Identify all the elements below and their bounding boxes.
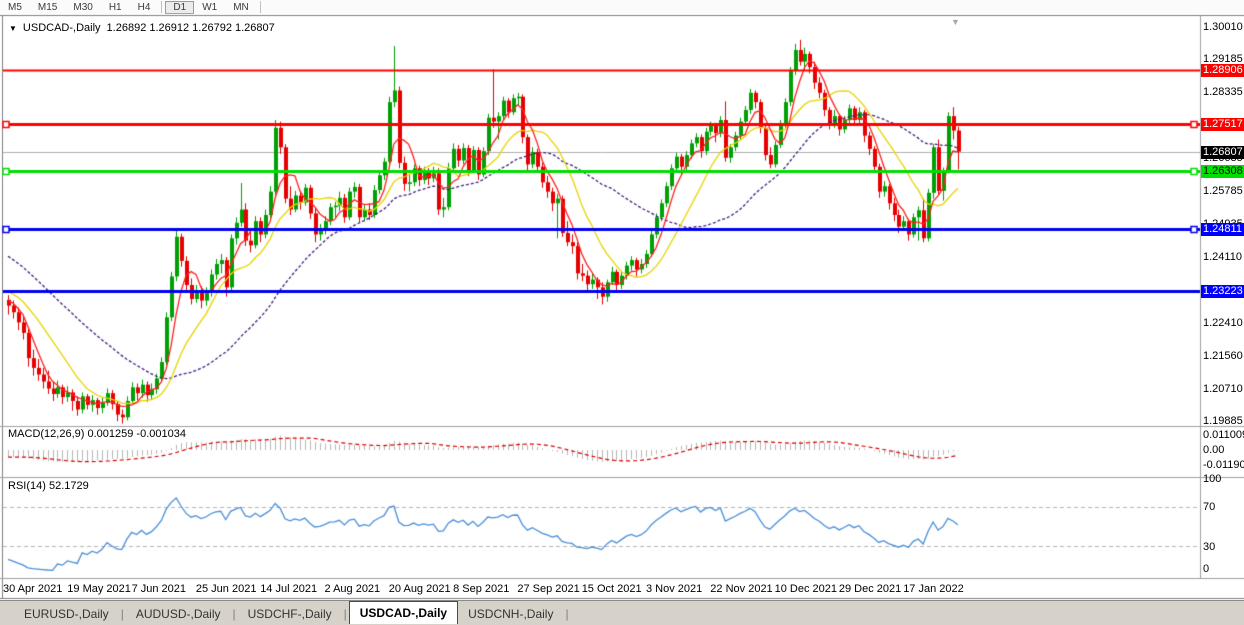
date-label: 29 Dec 2021 bbox=[839, 583, 901, 595]
axis-label: 1.22410 bbox=[1203, 317, 1243, 329]
axis-label: 1.28335 bbox=[1203, 86, 1243, 98]
date-label: 2 Aug 2021 bbox=[325, 583, 381, 595]
axis-label: 70 bbox=[1203, 501, 1215, 513]
symbol-dropdown-icon[interactable]: ▼ bbox=[9, 24, 17, 33]
axis-label: 1.24110 bbox=[1203, 251, 1242, 263]
axis-label: 1.19885 bbox=[1203, 415, 1243, 427]
date-label: 7 Jun 2021 bbox=[132, 583, 186, 595]
date-label: 3 Nov 2021 bbox=[646, 583, 702, 595]
chart-symbol: USDCAD-,Daily bbox=[23, 22, 101, 34]
axis-label: 1.20710 bbox=[1203, 383, 1243, 395]
chart-tab-usdcnh[interactable]: USDCNH-,Daily bbox=[458, 607, 563, 621]
chart-shift-icon[interactable]: ▼ bbox=[951, 17, 960, 27]
date-label: 22 Nov 2021 bbox=[710, 583, 772, 595]
macd-indicator-label: MACD(12,26,9) 0.001259 -0.001034 bbox=[8, 428, 186, 440]
date-label: 17 Jan 2022 bbox=[903, 583, 964, 595]
axis-label: 1.30010 bbox=[1203, 21, 1243, 33]
axis-label: 1.21560 bbox=[1203, 350, 1243, 362]
date-label: 8 Sep 2021 bbox=[453, 583, 509, 595]
date-label: 20 Aug 2021 bbox=[389, 583, 451, 595]
tab-separator: | bbox=[231, 607, 238, 621]
price-level-badge: 1.23223 bbox=[1201, 285, 1244, 298]
price-level-badge: 1.24811 bbox=[1201, 223, 1244, 236]
price-level-badge: 1.26807 bbox=[1201, 146, 1244, 159]
date-label: 10 Dec 2021 bbox=[775, 583, 837, 595]
tab-separator: | bbox=[342, 607, 349, 621]
mt4-window: M5M15M30H1H4D1W1MN ▼ USDCAD-,Daily 1.268… bbox=[0, 0, 1244, 625]
tab-separator: | bbox=[119, 607, 126, 621]
date-label: 19 May 2021 bbox=[67, 583, 131, 595]
axis-label: 0.011009 bbox=[1203, 429, 1244, 441]
price-level-badge: 1.26308 bbox=[1201, 165, 1244, 178]
axis-label: 0.00 bbox=[1203, 444, 1224, 456]
price-level-badge: 1.28906 bbox=[1201, 64, 1244, 77]
chart-quotes: 1.26892 1.26912 1.26792 1.26807 bbox=[107, 22, 275, 34]
axis-label: -0.011905 bbox=[1203, 459, 1244, 471]
chart-tab-usdchf[interactable]: USDCHF-,Daily bbox=[238, 607, 342, 621]
axis-label: 1.25785 bbox=[1203, 185, 1243, 197]
rsi-indicator-label: RSI(14) 52.1729 bbox=[8, 480, 89, 492]
axis-label: 30 bbox=[1203, 541, 1215, 553]
chart-tab-bar: EURUSD-,Daily|AUDUSD-,Daily|USDCHF-,Dail… bbox=[0, 600, 1244, 625]
chart-tab-eurusd[interactable]: EURUSD-,Daily bbox=[14, 607, 119, 621]
chart-title: ▼ USDCAD-,Daily 1.26892 1.26912 1.26792 … bbox=[9, 22, 275, 34]
price-level-badge: 1.27517 bbox=[1201, 118, 1244, 131]
chart-tab-audusd[interactable]: AUDUSD-,Daily bbox=[126, 607, 231, 621]
date-label: 27 Sep 2021 bbox=[517, 583, 579, 595]
chart-tab-usdcad[interactable]: USDCAD-,Daily bbox=[349, 601, 458, 624]
price-chart-canvas[interactable] bbox=[0, 0, 1244, 625]
date-label: 25 Jun 2021 bbox=[196, 583, 257, 595]
axis-label: 100 bbox=[1203, 473, 1221, 485]
axis-label: 0 bbox=[1203, 563, 1209, 575]
date-label: 14 Jul 2021 bbox=[260, 583, 317, 595]
date-label: 15 Oct 2021 bbox=[582, 583, 642, 595]
tab-separator: | bbox=[563, 607, 570, 621]
date-label: 30 Apr 2021 bbox=[3, 583, 62, 595]
